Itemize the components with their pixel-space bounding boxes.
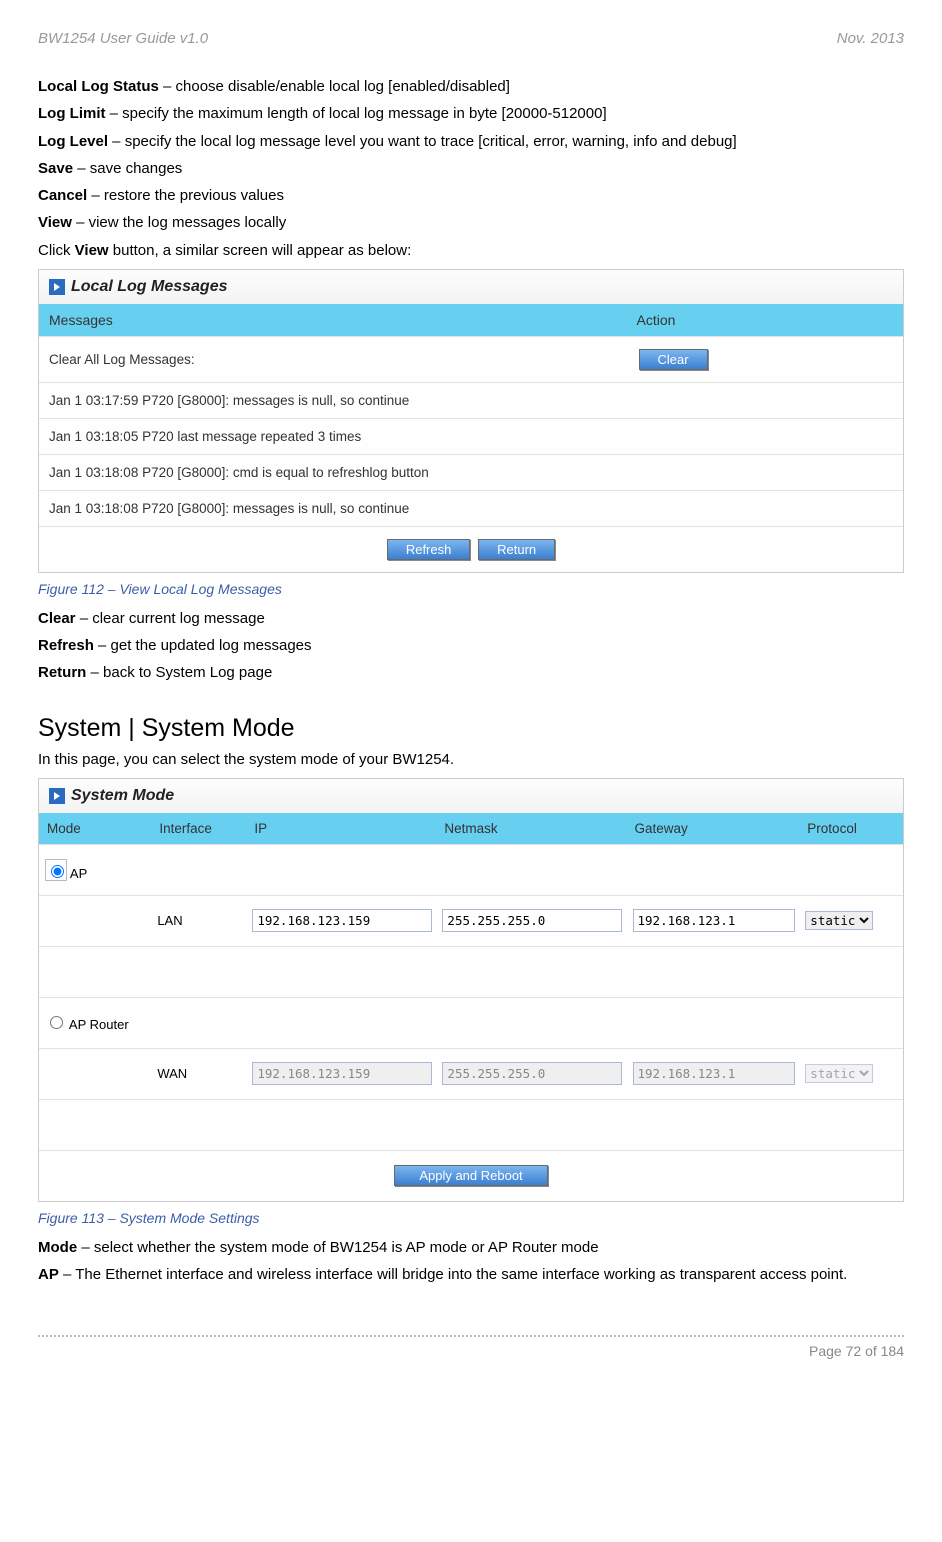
click-view-sentence: Click View button, a similar screen will…	[38, 241, 904, 261]
table-row: Clear All Log Messages: Clear	[39, 336, 903, 382]
panel-header-system-mode: System Mode	[39, 779, 903, 813]
table-row	[39, 1099, 903, 1150]
body-content: Local Log Status – choose disable/enable…	[38, 77, 904, 1285]
aprouter-ip-input	[252, 1062, 431, 1085]
arrow-right-icon	[49, 788, 65, 804]
table-row: Jan 1 03:18:08 P720 [G8000]: messages is…	[39, 490, 903, 526]
log-button-row: Refresh Return	[39, 526, 903, 572]
log-message: Jan 1 03:18:08 P720 [G8000]: messages is…	[39, 490, 903, 526]
header-left: BW1254 User Guide v1.0	[38, 30, 208, 47]
page-footer: Page 72 of 184	[38, 1335, 904, 1359]
def-log-level: Log Level – specify the local log messag…	[38, 132, 904, 152]
col-action: Action	[627, 304, 903, 337]
ap-netmask-input[interactable]	[442, 909, 621, 932]
figure-112-caption: Figure 112 – View Local Log Messages	[38, 581, 904, 597]
log-table: Messages Action Clear All Log Messages: …	[39, 304, 903, 572]
def-clear: Clear – clear current log message	[38, 609, 904, 629]
mode-table: Mode Interface IP Netmask Gateway Protoc…	[39, 813, 903, 1201]
def-refresh: Refresh – get the updated log messages	[38, 636, 904, 656]
section-intro: In this page, you can select the system …	[38, 750, 904, 770]
mode-table-header: Mode Interface IP Netmask Gateway Protoc…	[39, 813, 903, 845]
mode-aprouter-radio[interactable]	[50, 1016, 63, 1029]
return-button[interactable]: Return	[478, 539, 555, 560]
col-messages: Messages	[39, 304, 627, 337]
table-row: Jan 1 03:18:05 P720 last message repeate…	[39, 418, 903, 454]
col-mode: Mode	[39, 813, 151, 845]
table-row	[39, 946, 903, 997]
table-row: Jan 1 03:18:08 P720 [G8000]: cmd is equa…	[39, 454, 903, 490]
log-table-header: Messages Action	[39, 304, 903, 337]
system-mode-panel: System Mode Mode Interface IP Netmask Ga…	[38, 778, 904, 1202]
def-ap-submode: AP – The Ethernet interface and wireless…	[38, 1265, 904, 1285]
col-ip: IP	[246, 813, 436, 845]
log-message: Jan 1 03:17:59 P720 [G8000]: messages is…	[39, 382, 903, 418]
aprouter-protocol-select: static	[805, 1064, 873, 1083]
figure-113-caption: Figure 113 – System Mode Settings	[38, 1210, 904, 1226]
def-mode: Mode – select whether the system mode of…	[38, 1238, 904, 1258]
table-row: AP	[39, 844, 903, 895]
aprouter-netmask-input	[442, 1062, 621, 1085]
panel-title: System Mode	[71, 787, 174, 805]
ap-ip-input[interactable]	[252, 909, 431, 932]
clear-button[interactable]: Clear	[639, 349, 708, 370]
mode-ap-radio[interactable]	[51, 865, 64, 878]
ap-radio-wrap	[45, 859, 67, 881]
col-interface: Interface	[151, 813, 246, 845]
refresh-button[interactable]: Refresh	[387, 539, 471, 560]
def-return: Return – back to System Log page	[38, 663, 904, 683]
table-row: WAN static	[39, 1048, 903, 1099]
col-protocol: Protocol	[799, 813, 903, 845]
section-title-system-mode: System | System Mode	[38, 714, 904, 743]
panel-title: Local Log Messages	[71, 278, 228, 296]
log-message: Jan 1 03:18:05 P720 last message repeate…	[39, 418, 903, 454]
page-header: BW1254 User Guide v1.0 Nov. 2013	[38, 30, 904, 47]
table-row: Jan 1 03:17:59 P720 [G8000]: messages is…	[39, 382, 903, 418]
aprouter-gateway-input	[633, 1062, 796, 1085]
page-number: Page 72 of 184	[809, 1343, 904, 1359]
mode-aprouter-label: AP Router	[69, 1017, 129, 1032]
arrow-right-icon	[49, 279, 65, 295]
mode-ap-label: AP	[70, 866, 87, 881]
ap-interface: LAN	[151, 895, 246, 946]
table-row: LAN static	[39, 895, 903, 946]
local-log-panel: Local Log Messages Messages Action Clear…	[38, 269, 904, 573]
ap-gateway-input[interactable]	[633, 909, 796, 932]
def-view: View – view the log messages locally	[38, 213, 904, 233]
def-local-log-status: Local Log Status – choose disable/enable…	[38, 77, 904, 97]
col-gateway: Gateway	[627, 813, 800, 845]
def-log-limit: Log Limit – specify the maximum length o…	[38, 104, 904, 124]
aprouter-interface: WAN	[151, 1048, 246, 1099]
header-right: Nov. 2013	[837, 30, 904, 47]
def-save: Save – save changes	[38, 159, 904, 179]
table-row: AP Router	[39, 997, 903, 1048]
panel-header-local-log: Local Log Messages	[39, 270, 903, 304]
apply-row: Apply and Reboot	[39, 1150, 903, 1201]
clear-all-label: Clear All Log Messages:	[39, 336, 627, 382]
apply-reboot-button[interactable]: Apply and Reboot	[394, 1165, 547, 1186]
log-message: Jan 1 03:18:08 P720 [G8000]: cmd is equa…	[39, 454, 903, 490]
ap-protocol-select[interactable]: static	[805, 911, 873, 930]
def-cancel: Cancel – restore the previous values	[38, 186, 904, 206]
col-netmask: Netmask	[436, 813, 626, 845]
